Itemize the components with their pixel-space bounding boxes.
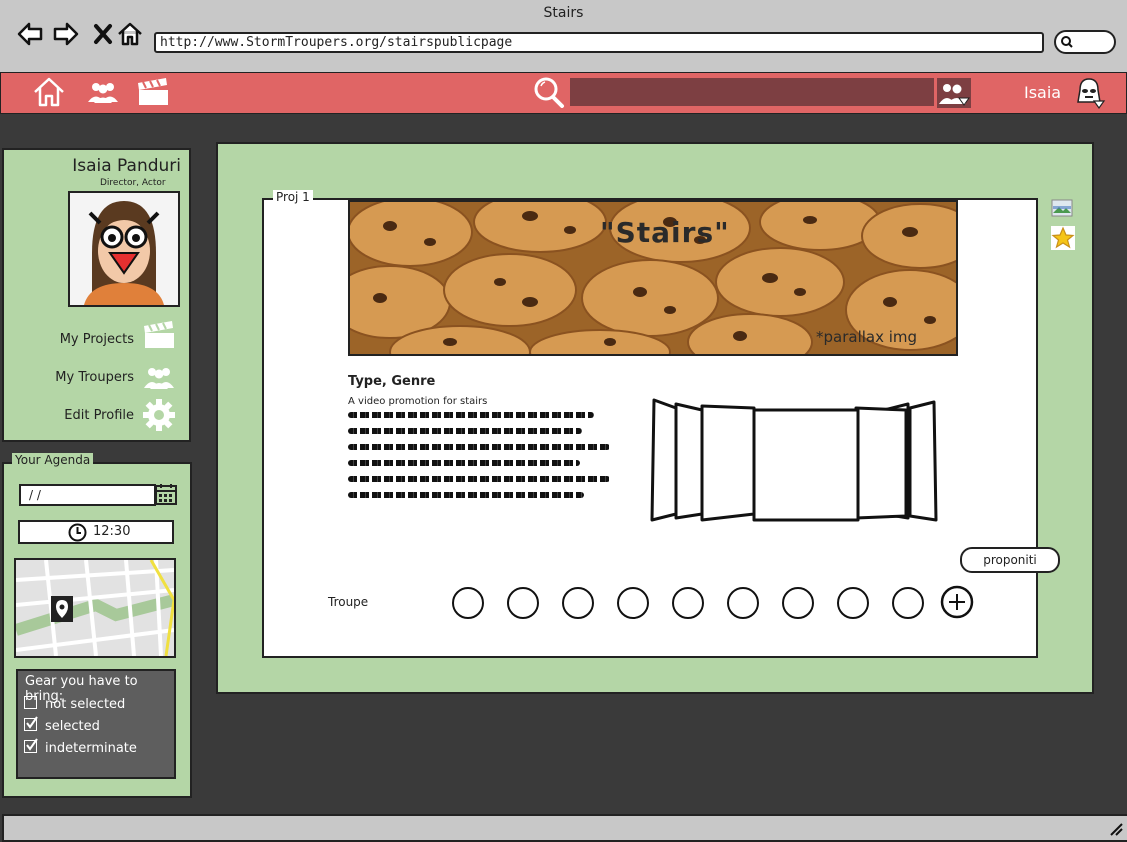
user-name[interactable]: Isaia bbox=[1024, 83, 1061, 102]
stormtrooper-avatar-icon[interactable] bbox=[1072, 76, 1106, 110]
search-icon[interactable] bbox=[532, 76, 566, 108]
address-bar[interactable]: http://www.StormTroupers.org/stairspubli… bbox=[154, 32, 1044, 53]
back-icon[interactable] bbox=[16, 20, 44, 48]
users-icon[interactable] bbox=[86, 80, 120, 104]
troupe-member-slot[interactable] bbox=[617, 587, 649, 619]
clapperboard-icon[interactable] bbox=[142, 320, 176, 350]
map-image bbox=[16, 560, 174, 656]
troupe-member-slot[interactable] bbox=[452, 587, 484, 619]
troupe-member-slot[interactable] bbox=[727, 587, 759, 619]
gear-item-label: selected bbox=[45, 719, 100, 734]
checkbox-checked[interactable] bbox=[24, 738, 38, 753]
troupe-member-slot[interactable] bbox=[562, 587, 594, 619]
lorem-text bbox=[348, 412, 610, 498]
close-icon[interactable] bbox=[90, 20, 118, 48]
status-bar bbox=[2, 814, 1127, 842]
clock-icon bbox=[68, 523, 87, 542]
home-icon[interactable] bbox=[116, 20, 144, 48]
checkbox-unchecked[interactable] bbox=[24, 696, 37, 709]
troupe-member-slot[interactable] bbox=[892, 587, 924, 619]
project-description: A video promotion for stairs bbox=[348, 396, 488, 407]
add-member-button[interactable] bbox=[940, 585, 974, 619]
profile-name: Isaia Panduri bbox=[72, 156, 181, 176]
checkbox-checked[interactable] bbox=[24, 716, 38, 731]
troupe-member-slot[interactable] bbox=[782, 587, 814, 619]
project-legend: Proj 1 bbox=[273, 190, 313, 204]
gear-item[interactable]: not selected bbox=[24, 696, 125, 712]
checkmark-icon bbox=[26, 716, 38, 729]
avatar-image bbox=[70, 193, 178, 305]
troupe-label: Troupe bbox=[328, 595, 369, 609]
type-genre-heading: Type, Genre bbox=[348, 374, 436, 389]
gear-item[interactable]: selected bbox=[24, 716, 100, 734]
banner-note: *parallax img bbox=[816, 328, 918, 346]
calendar-icon[interactable] bbox=[154, 482, 178, 506]
gear-icon[interactable] bbox=[142, 398, 176, 432]
window-title: Stairs bbox=[543, 5, 584, 21]
my-troupers-link[interactable]: My Troupers bbox=[24, 370, 134, 385]
banner-title: "Stairs" bbox=[600, 216, 730, 249]
agenda-legend: Your Agenda bbox=[12, 453, 94, 467]
time-value: 12:30 bbox=[93, 524, 131, 539]
resize-handle-icon[interactable] bbox=[1107, 820, 1123, 836]
app-search-input[interactable] bbox=[570, 78, 934, 106]
time-field[interactable]: 12:30 bbox=[18, 520, 174, 544]
star-icon[interactable] bbox=[1051, 226, 1075, 250]
map[interactable] bbox=[14, 558, 176, 658]
avatar[interactable] bbox=[68, 191, 180, 307]
forward-icon[interactable] bbox=[52, 20, 80, 48]
search-icon bbox=[1061, 36, 1073, 48]
troupe-member-slot[interactable] bbox=[837, 587, 869, 619]
cover-flow-carousel[interactable] bbox=[646, 396, 962, 526]
edit-profile-link[interactable]: Edit Profile bbox=[24, 408, 134, 423]
browser-search-field[interactable] bbox=[1054, 30, 1116, 54]
propose-tooltip[interactable]: proponiti bbox=[960, 547, 1060, 573]
image-icon[interactable] bbox=[1051, 198, 1073, 218]
date-field[interactable]: / / bbox=[19, 484, 156, 506]
gear-item[interactable]: indeterminate bbox=[24, 738, 137, 756]
gear-item-label: not selected bbox=[45, 697, 126, 712]
clapperboard-icon[interactable] bbox=[136, 77, 170, 107]
troupe-member-slot[interactable] bbox=[672, 587, 704, 619]
add-user-dropdown-icon[interactable] bbox=[937, 78, 971, 108]
users-icon[interactable] bbox=[142, 364, 176, 390]
my-projects-link[interactable]: My Projects bbox=[24, 332, 134, 347]
profile-roles: Director, Actor bbox=[100, 178, 166, 188]
gear-item-label: indeterminate bbox=[45, 741, 137, 756]
checkmark-icon bbox=[26, 738, 38, 751]
home-icon[interactable] bbox=[32, 76, 66, 108]
troupe-member-slot[interactable] bbox=[507, 587, 539, 619]
